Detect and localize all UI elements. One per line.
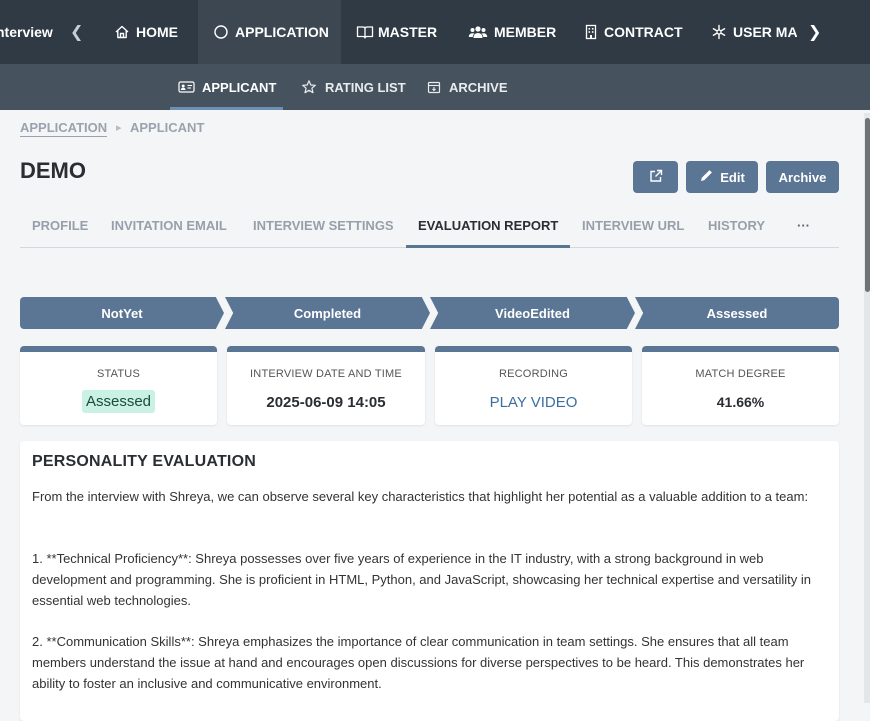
section-title: PERSONALITY EVALUATION [32, 453, 256, 470]
step-completed: Completed [225, 297, 430, 329]
nav-item-label: CONTRACT [604, 24, 683, 40]
tab-more[interactable]: ··· [797, 218, 810, 233]
snowflake-icon [711, 24, 727, 40]
edit-button[interactable]: Edit [686, 161, 758, 193]
nav-item-user-management[interactable]: USER MAN [711, 0, 797, 64]
nav-item-member[interactable]: MEMBER [468, 0, 556, 64]
match-degree-label: MATCH DEGREE [695, 368, 786, 380]
evaluation-paragraph: 2. **Communication Skills**: Shreya emph… [32, 634, 805, 691]
id-card-icon [178, 79, 195, 95]
status-card: STATUS Assessed [20, 346, 217, 425]
open-external-button[interactable] [633, 161, 678, 193]
nav-scroll-left-icon[interactable]: ❮ [70, 22, 83, 42]
tab-history[interactable]: HISTORY [708, 218, 765, 233]
nav-item-application[interactable]: APPLICATION [198, 0, 341, 64]
book-icon [356, 24, 374, 40]
tab-invitation-email[interactable]: INVITATION EMAIL [111, 218, 227, 233]
star-icon [301, 79, 317, 95]
progress-steps: NotYet Completed VideoEdited Assessed [20, 297, 839, 329]
status-label: STATUS [97, 368, 140, 380]
match-degree-value: 41.66% [716, 394, 765, 410]
step-videoedited: VideoEdited [430, 297, 635, 329]
subnav-item-archive[interactable]: ARCHIVE [427, 64, 508, 110]
nav-item-master[interactable]: MASTER [356, 0, 437, 64]
step-assessed: Assessed [635, 297, 839, 329]
tab-evaluation-report[interactable]: EVALUATION REPORT [418, 218, 558, 233]
edit-button-label: Edit [720, 169, 745, 185]
users-icon [468, 24, 488, 40]
interview-datetime-value: 2025-06-09 14:05 [266, 394, 386, 411]
sub-nav: APPLICANT RATING LIST ARCHIVE [0, 64, 870, 110]
subnav-item-label: APPLICANT [202, 79, 277, 95]
nav-scroll-right-icon[interactable]: ❯ [808, 22, 821, 42]
recording-card: RECORDING PLAY VIDEO [435, 346, 632, 425]
subnav-item-label: ARCHIVE [449, 79, 508, 95]
breadcrumb-separator-icon: ▸ [116, 122, 122, 134]
archive-button[interactable]: Archive [766, 161, 839, 193]
personality-evaluation-section: PERSONALITY EVALUATION From the intervie… [20, 441, 839, 721]
breadcrumb-application[interactable]: APPLICATION [20, 120, 108, 137]
nav-item-label: APPLICATION [235, 24, 329, 40]
subnav-item-rating-list[interactable]: RATING LIST [301, 64, 406, 110]
top-nav: nterview ❮ HOME APPLICATION MASTER MEMBE… [0, 0, 870, 64]
building-icon [585, 24, 598, 40]
breadcrumb-applicant: APPLICANT [130, 120, 205, 135]
archive-box-icon [427, 79, 441, 95]
nav-item-label: USER MAN [733, 24, 797, 40]
pencil-icon [699, 168, 714, 186]
nav-item-contract[interactable]: CONTRACT [585, 0, 683, 64]
subnav-item-label: RATING LIST [325, 79, 406, 95]
tab-profile[interactable]: PROFILE [32, 218, 88, 233]
interview-datetime-card: INTERVIEW DATE AND TIME 2025-06-09 14:05 [227, 346, 425, 425]
recording-label: RECORDING [498, 368, 569, 380]
scrollbar-thumb[interactable] [865, 118, 870, 292]
tab-interview-settings[interactable]: INTERVIEW SETTINGS [253, 218, 394, 233]
status-badge: Assessed [81, 390, 156, 413]
circle-icon [213, 24, 229, 40]
page-title: DEMO [20, 158, 86, 183]
evaluation-paragraph: 1. **Technical Proficiency**: Shreya pos… [32, 551, 811, 608]
nav-item-label: MEMBER [494, 24, 557, 40]
app-brand[interactable]: nterview [0, 24, 53, 40]
subnav-item-applicant[interactable]: APPLICANT [178, 64, 276, 110]
tab-interview-url[interactable]: INTERVIEW URL [582, 218, 684, 233]
subnav-active-indicator [170, 107, 283, 110]
interview-datetime-label: INTERVIEW DATE AND TIME [250, 368, 402, 380]
nav-item-home[interactable]: HOME [114, 0, 178, 64]
step-notyet: NotYet [20, 297, 224, 329]
play-video-link[interactable]: PLAY VIDEO [490, 394, 578, 411]
match-degree-card: MATCH DEGREE 41.66% [642, 346, 839, 425]
home-icon [114, 24, 130, 40]
evaluation-paragraph: From the interview with Shreya, we can o… [32, 489, 809, 504]
tab-active-indicator [406, 245, 570, 248]
nav-item-label: HOME [136, 24, 178, 40]
nav-item-label: MASTER [378, 24, 438, 40]
external-link-icon [649, 169, 663, 186]
